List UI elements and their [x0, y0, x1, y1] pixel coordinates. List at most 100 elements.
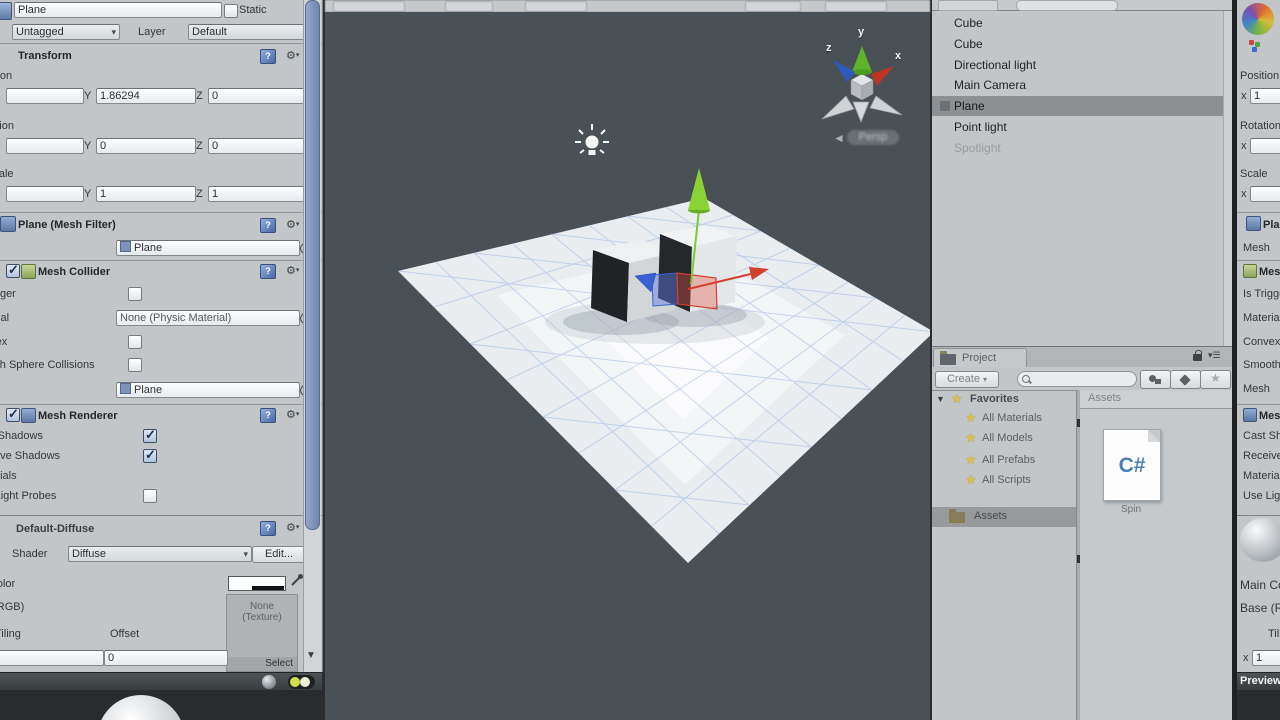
gear-icon[interactable]: ⚙: [286, 521, 299, 534]
preview-bar[interactable]: Preview: [0, 672, 322, 691]
physic-material-field[interactable]: None (Physic Material): [116, 310, 300, 326]
help-icon[interactable]: ?: [260, 49, 276, 64]
shader-edit-button[interactable]: Edit...: [252, 546, 306, 563]
favorite-item[interactable]: All Models: [982, 432, 1033, 444]
help-icon[interactable]: ?: [260, 521, 276, 536]
gameobject-name-field[interactable]: Plane: [14, 2, 222, 18]
axis-y-label[interactable]: y: [858, 26, 864, 38]
gizmos-dropdown[interactable]: [825, 1, 887, 12]
smooth-sphere-collisions-checkbox[interactable]: [128, 358, 142, 372]
gear-icon[interactable]: ⚙: [286, 408, 299, 421]
position-x-field[interactable]: [6, 88, 84, 104]
scene-toggle-buttons[interactable]: [525, 1, 587, 12]
texture-none-label: None: [227, 601, 297, 612]
hierarchy-item-selected[interactable]: Plane: [932, 96, 1232, 116]
axis-x-label[interactable]: x: [895, 50, 901, 62]
scale-y-field[interactable]: 1: [96, 186, 196, 202]
hierarchy-item[interactable]: Cube: [932, 13, 1232, 33]
inspector-panel: Plane Static ▾ Untagged Layer Default Tr…: [0, 0, 323, 672]
assets-row-selected[interactable]: Assets: [932, 507, 1076, 527]
hierarchy-item[interactable]: Main Camera: [932, 75, 1232, 95]
layer-dropdown[interactable]: Default: [188, 24, 316, 40]
mesh-renderer-title[interactable]: Mesh Renderer: [38, 410, 117, 422]
convex-checkbox[interactable]: [128, 335, 142, 349]
rotation-x-field[interactable]: [6, 138, 84, 154]
hierarchy-item[interactable]: Directional light: [932, 55, 1232, 75]
shader-dropdown[interactable]: Diffuse: [68, 546, 252, 562]
hierarchy-item-disabled[interactable]: Spotlight: [932, 138, 1232, 158]
csharp-file-icon[interactable]: C#: [1103, 429, 1161, 501]
axis-z-label[interactable]: z: [826, 42, 832, 54]
mesh-collider-enabled-checkbox[interactable]: [6, 264, 20, 278]
effects-dropdown[interactable]: [745, 1, 801, 12]
favorites-label[interactable]: Favorites: [970, 393, 1019, 405]
is-trigger-checkbox[interactable]: [128, 287, 142, 301]
preview-light-toggle[interactable]: [288, 675, 315, 689]
scene-view[interactable]: y z x ◄ Persp: [325, 12, 930, 720]
mesh-filter-mesh-field[interactable]: Plane: [116, 240, 300, 256]
hierarchy-scrollbar[interactable]: [1223, 11, 1232, 346]
texture-select-button[interactable]: Select: [227, 657, 297, 671]
hierarchy-search-input[interactable]: [1016, 0, 1118, 11]
rotation-z-field[interactable]: 0: [208, 138, 310, 154]
static-checkbox[interactable]: [224, 4, 238, 18]
foldout-arrow-icon[interactable]: ▼: [936, 394, 945, 404]
project-search-input[interactable]: [1017, 371, 1137, 387]
gear-icon[interactable]: ⚙: [286, 49, 299, 62]
panel-menu-icon[interactable]: ▾☰: [1208, 350, 1221, 361]
favorites-filter-button[interactable]: ★: [1200, 370, 1231, 389]
help-icon[interactable]: ?: [260, 408, 276, 423]
draw-mode-dropdown[interactable]: [333, 1, 405, 12]
gear-icon[interactable]: ⚙: [286, 218, 299, 231]
render-mode-dropdown[interactable]: [445, 1, 493, 12]
receive-shadows-checkbox[interactable]: [143, 449, 157, 463]
light-toggle-off-icon: [300, 677, 310, 687]
base-rgb-label: Base (RGB): [0, 601, 24, 613]
texture-well[interactable]: None (Texture) Select: [226, 594, 298, 672]
divider: [0, 404, 322, 405]
preview-sphere-button[interactable]: [262, 675, 276, 689]
tiling-label: Tiling: [1268, 628, 1280, 640]
create-dropdown[interactable]: Create ▾: [935, 371, 999, 388]
filter-by-type-button[interactable]: [1140, 370, 1171, 389]
favorite-item[interactable]: All Materials: [982, 412, 1042, 424]
persp-arrow-icon[interactable]: ◄: [833, 131, 845, 145]
scrollbar-down-arrow-icon[interactable]: ▼: [306, 650, 316, 661]
use-light-probes-checkbox[interactable]: [143, 489, 157, 503]
filter-by-label-button[interactable]: [1170, 370, 1201, 389]
offset-x-field[interactable]: 0: [104, 650, 228, 666]
transform-title[interactable]: Transform: [18, 50, 72, 62]
cast-shadows-checkbox[interactable]: [143, 429, 157, 443]
hierarchy-item[interactable]: Point light: [932, 117, 1232, 137]
materials-label[interactable]: Materials: [0, 470, 17, 482]
inspector-scrollbar-thumb[interactable]: [305, 0, 320, 530]
right-preview-bar[interactable]: Preview: [1237, 672, 1280, 691]
rotation-x-field[interactable]: [1250, 138, 1280, 154]
tab-project[interactable]: Project: [933, 348, 1027, 368]
help-icon[interactable]: ?: [260, 264, 276, 279]
scale-x-field[interactable]: [6, 186, 84, 202]
tiling-x-field[interactable]: 1: [1252, 650, 1280, 666]
material-title[interactable]: Default-Diffuse: [16, 523, 94, 535]
mesh-collider-title[interactable]: Mesh Collider: [38, 266, 110, 278]
eyedropper-icon[interactable]: [290, 573, 304, 587]
hierarchy-item[interactable]: Cube: [932, 34, 1232, 54]
gear-icon[interactable]: ⚙: [286, 264, 299, 277]
favorite-item[interactable]: All Scripts: [982, 474, 1031, 486]
help-icon[interactable]: ?: [260, 218, 276, 233]
persp-label[interactable]: Persp: [847, 130, 899, 145]
favorite-item[interactable]: All Prefabs: [982, 454, 1035, 466]
create-button[interactable]: [938, 0, 998, 11]
position-z-field[interactable]: 0: [208, 88, 310, 104]
scale-z-field[interactable]: 1: [208, 186, 310, 202]
tiling-x-field[interactable]: [0, 650, 104, 666]
mesh-collider-mesh-field[interactable]: Plane: [116, 382, 300, 398]
mesh-filter-title[interactable]: Plane (Mesh Filter): [18, 219, 116, 231]
mesh-renderer-enabled-checkbox[interactable]: [6, 408, 20, 422]
tag-dropdown[interactable]: Untagged: [12, 24, 120, 40]
rotation-y-field[interactable]: 0: [96, 138, 196, 154]
position-y-field[interactable]: 1.86294: [96, 88, 196, 104]
scale-x-field[interactable]: [1250, 186, 1280, 202]
position-x-field[interactable]: 1: [1250, 88, 1280, 104]
asset-name-label[interactable]: Spin: [1103, 504, 1159, 515]
